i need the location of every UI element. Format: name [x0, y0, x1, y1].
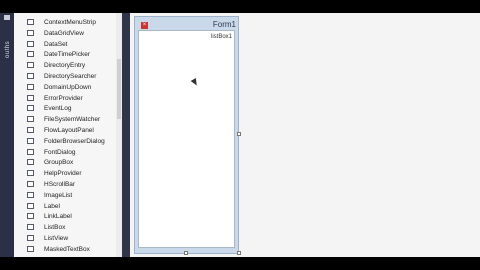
error-icon: [27, 94, 34, 101]
maskedtextbox-icon: [27, 245, 34, 252]
toolbox-item-label: ListBox: [44, 224, 66, 232]
toolbox-item[interactable]: EventLog: [14, 103, 114, 114]
toolbox-item[interactable]: FileSystemWatcher: [14, 114, 114, 125]
toolbox-item-label: DomainUpDown: [44, 83, 92, 91]
toolbox-item-label: FolderBrowserDialog: [44, 137, 105, 145]
toolbox-item-label: FlowLayoutPanel: [44, 127, 94, 134]
toolbox-item-label: DateTimePicker: [44, 51, 90, 59]
toolbox-item[interactable]: ErrorProvider: [14, 93, 114, 104]
toolbox-item-label: ImageList: [44, 191, 73, 199]
toolbox-item-label: DataGridView: [44, 29, 84, 37]
dataset-icon: [27, 40, 34, 47]
toolbox-item-label: DirectorySearcher: [44, 73, 97, 80]
help-icon: [27, 170, 34, 177]
toolbox-panel: ContextMenuStrip DataGridView DataSet DateT…: [14, 13, 123, 257]
resize-handle-bottom[interactable]: [184, 251, 188, 255]
toolbox-item-label: DataSet: [44, 40, 68, 48]
toolbox-item[interactable]: DomainUpDown: [14, 82, 114, 93]
toolbox-item-label: ErrorProvider: [44, 94, 83, 102]
directory-icon: [27, 62, 34, 69]
form-window[interactable]: × Form1 listBox1: [134, 16, 239, 254]
updown-icon: [27, 83, 34, 90]
form-title: Form1: [212, 20, 236, 29]
toolbox-item[interactable]: Label: [14, 201, 114, 212]
context-menu-icon: [27, 19, 34, 25]
toolbox-scroll-thumb[interactable]: [117, 59, 121, 119]
side-tab-label[interactable]: ouths: [5, 18, 11, 58]
toolbox-item-label: GroupBox: [44, 159, 74, 167]
form-titlebar[interactable]: × Form1: [135, 17, 238, 29]
toolbox-item[interactable]: HScrollBar: [14, 179, 114, 190]
resize-handle-right[interactable]: [237, 132, 241, 136]
toolbox-item[interactable]: DataGridView: [14, 28, 114, 39]
ide-window: ouths ContextMenuStrip DataGridView DataSe…: [0, 13, 480, 257]
toolbox-item-label: ListView: [44, 235, 69, 242]
panel-divider: [122, 13, 130, 257]
toolbox-item[interactable]: ImageList: [14, 190, 114, 201]
toolbox-item-label: FileSystemWatcher: [44, 116, 101, 124]
toolbox-item-label: MaskedTextBox: [44, 245, 90, 253]
toolbox-item[interactable]: ListView: [14, 233, 114, 244]
toolbox-item[interactable]: DateTimePicker: [14, 49, 114, 60]
folder-icon: [27, 137, 34, 144]
toolbox-item-label: DirectoryEntry: [44, 62, 86, 70]
watcher-icon: [27, 116, 34, 123]
toolbox-item-label: ContextMenuStrip: [44, 19, 97, 26]
toolbox-item[interactable]: HelpProvider: [14, 168, 114, 179]
toolbox-item[interactable]: ContextMenuStrip: [14, 17, 114, 28]
hscroll-icon: [27, 181, 34, 187]
toolbox-item[interactable]: DataSet: [14, 39, 114, 50]
search-icon: [27, 73, 34, 79]
groupbox-icon: [27, 159, 34, 166]
close-icon[interactable]: ×: [141, 22, 148, 29]
toolbox-item-label: Label: [44, 202, 60, 210]
toolbox-item-label: HelpProvider: [44, 170, 82, 178]
listbox-text: listBox1: [210, 34, 232, 40]
toolbox-item[interactable]: DirectorySearcher: [14, 71, 114, 82]
listbox-control[interactable]: listBox1: [138, 30, 235, 248]
linklabel-icon: [27, 213, 34, 220]
toolbox-item[interactable]: FontDialog: [14, 147, 114, 158]
toolbox-item[interactable]: DirectoryEntry: [14, 60, 114, 71]
calendar-icon: [27, 51, 34, 58]
listview-icon: [27, 235, 34, 241]
toolbox-item[interactable]: FlowLayoutPanel: [14, 125, 114, 136]
label-icon: [27, 202, 34, 209]
toolbox-item[interactable]: LinkLabel: [14, 211, 114, 222]
toolbox-item[interactable]: GroupBox: [14, 157, 114, 168]
toolbox-item[interactable]: MaskedTextBox: [14, 244, 114, 255]
flowpanel-icon: [27, 127, 34, 133]
toolbox-item[interactable]: FolderBrowserDialog: [14, 136, 114, 147]
toolbox-item-label: LinkLabel: [44, 213, 72, 221]
eventlog-icon: [27, 105, 34, 112]
imagelist-icon: [27, 191, 34, 198]
resize-handle-corner[interactable]: [237, 251, 241, 255]
grid-icon: [27, 29, 34, 36]
toolbox-item-label: FontDialog: [44, 148, 76, 156]
listbox-icon: [27, 224, 34, 231]
toolbox-item-label: EventLog: [44, 105, 72, 113]
side-tab-strip: ouths: [0, 13, 14, 257]
toolbox-item[interactable]: ListBox: [14, 222, 114, 233]
font-icon: [27, 148, 34, 155]
toolbox-item-label: HScrollBar: [44, 181, 76, 188]
